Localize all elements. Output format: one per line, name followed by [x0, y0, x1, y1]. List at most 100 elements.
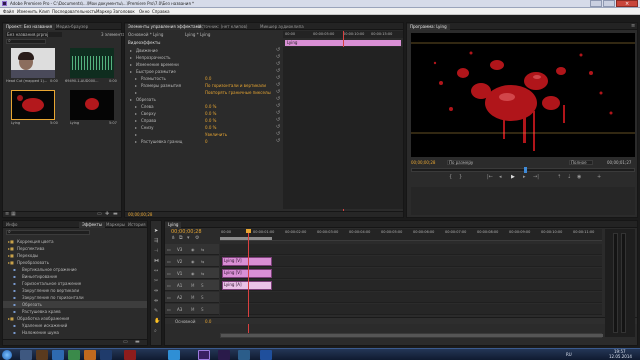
effect-list-item[interactable]: ▸■ Обработка изображения	[3, 315, 147, 322]
play-icon[interactable]: ▶	[511, 175, 515, 180]
new-item-icon[interactable]: ✚	[105, 212, 109, 217]
tab-audio-mixer[interactable]: Микшер аудиоклипа	[257, 24, 307, 30]
track-lane[interactable]	[220, 292, 602, 303]
program-scrub-bar[interactable]	[411, 167, 635, 173]
effect-row[interactable]: ▸ Увеличить ↺	[125, 131, 281, 138]
list-view-icon[interactable]: ≡	[5, 212, 9, 217]
reset-icon[interactable]: ↺	[276, 83, 280, 88]
pen-tool-icon[interactable]: ✎	[154, 309, 158, 314]
taskbar-app-premiere[interactable]	[198, 350, 210, 360]
disclosure-triangle-icon[interactable]: ▸	[135, 104, 137, 109]
sync-lock-icon[interactable]: ⇆	[201, 271, 204, 276]
effect-list-item[interactable]: ▸■ Преобразовать	[3, 259, 147, 266]
effect-row-value[interactable]: 0	[205, 139, 208, 144]
solo-icon[interactable]: S	[201, 307, 204, 312]
track-header[interactable]: ▭ V2 ◉ ⇆	[165, 256, 219, 267]
extract-icon[interactable]: ⇣	[567, 175, 571, 180]
effect-list-item[interactable]: ▪ Горизонтальное отражение	[3, 280, 147, 287]
rate-stretch-tool-icon[interactable]: ↔	[154, 269, 158, 274]
effect-row-value[interactable]: 0.0 %	[205, 118, 216, 123]
effect-row[interactable]: ▸ Изменение времени ↺	[125, 61, 281, 68]
track-lane[interactable]	[220, 256, 602, 267]
taskbar-app-aftereffects[interactable]	[218, 350, 230, 360]
disclosure-triangle-icon[interactable]: ▸	[135, 76, 137, 81]
timeline-horizontal-scrollbar[interactable]	[220, 333, 603, 338]
minimize-button[interactable]	[590, 0, 602, 7]
lock-track-icon[interactable]: ▭	[167, 307, 171, 312]
reset-icon[interactable]: ↺	[276, 111, 280, 116]
effect-list-item[interactable]: ▸■ Коррекция цвета	[3, 238, 147, 245]
effect-row[interactable]: ▸ Обрезать ↺	[125, 96, 281, 103]
disclosure-triangle-icon[interactable]: ▸	[135, 139, 137, 144]
lock-track-icon[interactable]: ▭	[167, 295, 171, 300]
timeline-clip[interactable]: Lying [V]	[222, 257, 272, 266]
trash-icon[interactable]: ▬	[113, 212, 118, 217]
track-label[interactable]: A2	[177, 295, 182, 300]
timeline-settings-icon[interactable]: ⚙	[195, 236, 199, 241]
solo-icon[interactable]: S	[201, 295, 204, 300]
trash-icon[interactable]: ▬	[135, 340, 140, 345]
effect-row-value[interactable]: 0.0 %	[205, 104, 216, 109]
tab-info[interactable]: Инфо	[3, 222, 20, 228]
menu-clip[interactable]: Клип	[39, 9, 50, 14]
reset-icon[interactable]: ↺	[276, 139, 280, 144]
tab-program[interactable]: Программа: Lying	[407, 24, 450, 30]
track-lane[interactable]	[220, 304, 602, 315]
effect-row[interactable]: ▸ Размытость 0.0 ↺	[125, 75, 281, 82]
track-header[interactable]: ▭ V3 ◉ ⇆	[165, 244, 219, 255]
effect-list-item[interactable]: ▪ Обрезать	[3, 301, 147, 308]
menu-title[interactable]: Заголовок	[113, 9, 135, 14]
disclosure-triangle-icon[interactable]: ▸	[135, 125, 137, 130]
taskbar-app-browser[interactable]	[52, 350, 64, 360]
zoom-tool-icon[interactable]: ⌕	[154, 329, 157, 334]
project-item[interactable]: 69490-1-AUD000... 0:00	[65, 48, 119, 88]
reset-icon[interactable]: ↺	[276, 104, 280, 109]
reset-icon[interactable]: ↺	[276, 69, 280, 74]
effect-row[interactable]: ▸ Растушевка границ 0 ↺	[125, 138, 281, 145]
ripple-edit-tool-icon[interactable]: ⊣	[154, 249, 158, 254]
new-bin-icon[interactable]: ▭	[97, 212, 102, 217]
new-bin-icon[interactable]: ▭	[123, 340, 128, 345]
track-label[interactable]: V3	[177, 247, 182, 252]
effect-row[interactable]: ▸ Быстрое размытие ↺	[125, 68, 281, 75]
effect-row[interactable]: ▸ Повторять граничные пикселы ↺	[125, 89, 281, 96]
lock-track-icon[interactable]: ▭	[167, 271, 171, 276]
effect-row-value[interactable]: 0.0 %	[205, 125, 216, 130]
effect-list-item[interactable]: ▪ Виньетирование	[3, 273, 147, 280]
reset-icon[interactable]: ↺	[276, 48, 280, 53]
step-back-icon[interactable]: ◂	[499, 175, 502, 180]
icon-view-icon[interactable]: ▦	[11, 212, 16, 217]
export-frame-icon[interactable]: ◉	[577, 175, 581, 180]
lock-track-icon[interactable]: ▭	[167, 283, 171, 288]
reset-icon[interactable]: ↺	[276, 132, 280, 137]
reset-icon[interactable]: ↺	[276, 118, 280, 123]
lock-track-icon[interactable]: ▭	[167, 247, 171, 252]
project-item[interactable]: Lying 5:00	[6, 90, 60, 130]
disclosure-triangle-icon[interactable]: ▸	[135, 132, 137, 137]
effect-row[interactable]: ▸ Размеры размытия По горизонтали и вертик…	[125, 82, 281, 89]
add-button-icon[interactable]: +	[597, 175, 601, 180]
language-indicator[interactable]: RU	[566, 352, 572, 357]
sync-lock-icon[interactable]: ⇆	[201, 247, 204, 252]
sync-lock-icon[interactable]: ⇆	[201, 259, 204, 264]
effect-row-value[interactable]: По горизонтали и вертикали	[205, 83, 266, 88]
project-item[interactable]: Lying 5:07	[65, 90, 119, 130]
effect-row-value[interactable]: 0.0 %	[205, 111, 216, 116]
effects-search-input[interactable]: ⌕	[6, 230, 90, 235]
track-select-tool-icon[interactable]: ⇶	[154, 239, 158, 244]
taskbar-app-explorer[interactable]	[20, 350, 32, 360]
effect-row[interactable]: ▸ Снизу 0.0 % ↺	[125, 124, 281, 131]
menu-edit[interactable]: Изменить	[17, 9, 38, 14]
effect-list-item[interactable]: ▪ Удаление искажений	[3, 322, 147, 329]
taskbar-app-photoshop[interactable]	[100, 350, 112, 360]
tab-source[interactable]: Источник: (нет клипов)	[195, 24, 250, 30]
taskbar-app-word[interactable]	[260, 350, 272, 360]
timeline-clip[interactable]: Lying [V]	[222, 269, 272, 278]
disclosure-triangle-icon[interactable]: ▸	[130, 69, 132, 74]
eye-icon[interactable]: ◉	[191, 271, 195, 276]
slide-tool-icon[interactable]: ⇼	[154, 299, 158, 304]
taskbar-app-chrome[interactable]	[68, 350, 80, 360]
reset-icon[interactable]: ↺	[276, 97, 280, 102]
menu-window[interactable]: Окно	[139, 9, 150, 14]
tab-media-browser[interactable]: Медиа-браузер	[53, 24, 91, 30]
